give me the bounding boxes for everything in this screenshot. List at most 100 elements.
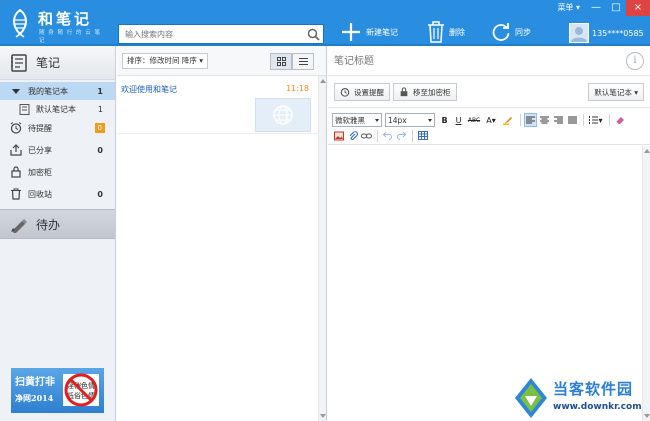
bold-button[interactable]: B [438,113,451,127]
sidebar-item-default-notebook[interactable]: 默认笔记本 1 [0,100,115,118]
notebook-icon [11,53,27,72]
font-family-select[interactable]: 微软雅黑 [332,113,382,127]
new-note-button[interactable]: 新建笔记 [340,20,398,44]
sidebar-item-shared[interactable]: 已分享 0 [0,141,115,159]
note-title: 欢迎使用和笔记 [121,85,177,94]
search-input[interactable] [119,25,299,43]
insert-image-button[interactable] [332,129,345,143]
todo-icon [11,219,27,233]
sync-label: 同步 [515,27,531,37]
scroll-up-arrow[interactable] [320,79,326,83]
anti-porn-ad-banner[interactable]: 扫黄打非 净网2014 淫秽色情 低俗色情 [11,368,104,413]
justify-button[interactable] [566,113,579,127]
align-center-button[interactable] [538,113,551,127]
undo-button[interactable] [381,129,394,143]
eraser-button[interactable] [613,113,626,127]
minimize-button[interactable]: — [586,0,606,16]
notes-header-label: 笔记 [36,56,61,70]
site-watermark: 当客软件园 www.downkr.com [511,374,650,421]
insert-link-button[interactable] [360,129,373,143]
table-icon [417,131,428,140]
sidebar-item-my-notebooks[interactable]: 我的笔记本 1 [0,82,115,100]
highlight-color-button[interactable] [500,113,516,127]
align-left-icon [526,116,535,124]
expand-arrow-icon[interactable] [10,85,22,97]
note-list-scrollbar[interactable] [318,76,326,421]
align-left-button[interactable] [524,113,537,127]
strikethrough-label: ABC [467,116,481,124]
notebook-select-value: 默认笔记本 [594,87,632,97]
toolbar-divider [520,114,521,126]
scroll-down-arrow[interactable] [320,414,326,418]
strikethrough-button[interactable]: ABC [466,113,482,127]
fish-logo-icon [13,8,27,38]
prohibited-sign-icon: 淫秽色情 低俗色情 [63,373,99,407]
main-menu-label: 菜单 [557,3,574,12]
todo-section-header[interactable]: 待办 [0,209,115,239]
font-size-select[interactable]: 14px [385,113,435,127]
note-title-bar: i [328,46,650,76]
note-list-item[interactable]: 欢迎使用和笔记 11:18 [117,76,326,134]
note-title-input[interactable] [334,52,614,70]
scroll-up-arrow[interactable] [644,149,650,153]
note-actions-bar: 设置提醒 移至加密柜 默认笔记本 ▾ [328,76,650,108]
eraser-icon [615,117,624,125]
sidebar-item-recycle-bin[interactable]: 回收站 0 [0,185,115,203]
undo-icon [383,131,392,140]
lock-icon [10,166,22,178]
font-family-value: 微软雅黑 [335,115,365,125]
align-center-icon [540,116,549,124]
user-account[interactable]: 135****0585 [569,22,644,44]
set-reminder-label: 设置提醒 [354,87,384,97]
delete-button[interactable]: 删除 [427,20,465,44]
search-icon[interactable] [307,28,320,41]
app-slogan: 随 身 随 行 的 云 笔 记 [39,30,101,44]
justify-icon [568,116,577,124]
new-note-label: 新建笔记 [366,27,398,37]
trash-icon [428,21,444,43]
avatar[interactable] [569,23,589,43]
sidebar-item-label: 我的笔记本 [28,86,68,96]
align-right-button[interactable] [552,113,565,127]
search-box[interactable] [118,24,324,44]
format-toolbar-row1: 微软雅黑 14px B U ABC A ▾ ▾ [328,111,650,129]
notes-section-header[interactable]: 笔记 [0,46,115,80]
watermark-logo-icon [515,378,547,418]
insert-table-button[interactable] [416,129,429,143]
attachment-button[interactable] [346,129,359,143]
sidebar-item-vault[interactable]: 加密柜 [0,163,115,181]
sidebar-item-label: 已分享 [28,145,52,155]
notebook-select[interactable]: 默认笔记本 ▾ [588,83,644,101]
watermark-name: 当客软件园 [553,380,634,398]
notebook-small-icon [18,103,30,115]
sync-icon [492,23,510,41]
info-icon[interactable]: i [626,52,644,70]
underline-label: U [455,115,462,125]
user-phone: 135****0585 [592,28,644,38]
numbered-list-button[interactable]: ▾ [587,113,605,127]
font-color-button[interactable]: A ▾ [483,113,499,127]
app-logo: 和笔记 随 身 随 行 的 云 笔 记 [6,6,110,44]
align-right-icon [554,116,563,124]
toolbar-divider [609,114,610,126]
sort-dropdown[interactable]: 排序：修改时间 降序 ▾ [122,52,209,69]
close-button[interactable]: × [626,0,650,16]
grid-view-button[interactable] [270,53,292,70]
underline-button[interactable]: U [452,113,465,127]
paperclip-icon [349,130,358,140]
move-to-vault-button[interactable]: 移至加密柜 [393,83,457,101]
grid-icon [276,57,286,66]
ad-title: 扫黄打非 [15,377,55,388]
sync-button[interactable]: 同步 [491,20,531,44]
set-reminder-button[interactable]: 设置提醒 [334,83,390,101]
maximize-button[interactable]: □ [606,0,626,16]
main-menu-button[interactable]: 菜单 ▾ [551,0,586,16]
sidebar-item-reminders[interactable]: 待提醒 0 [0,119,115,137]
toolbar-divider [377,129,378,142]
list-view-button[interactable] [292,53,314,70]
font-size-value: 14px [388,115,407,125]
reminder-count-badge: 0 [94,123,105,133]
dropdown-arrow-icon [375,119,379,122]
redo-button[interactable] [395,129,408,143]
todo-header-label: 待办 [36,217,61,232]
